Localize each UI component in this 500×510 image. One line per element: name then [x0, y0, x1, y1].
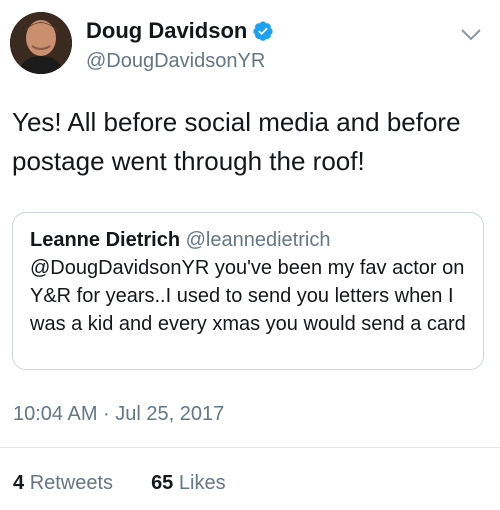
retweets-count: 4	[13, 472, 25, 494]
divider	[0, 447, 500, 448]
likes-stat[interactable]: 65 Likes	[151, 472, 226, 495]
quoted-tweet-card[interactable]: Leanne Dietrich @leannedietrich @DougDav…	[12, 212, 484, 370]
quoted-author-handle: @leannedietrich	[185, 229, 331, 251]
tweet-stats: 4 Retweets 65 Likes	[13, 472, 226, 495]
quoted-tweet-text: @DougDavidsonYR you've been my fav actor…	[30, 257, 466, 335]
likes-label: Likes	[178, 472, 226, 494]
retweets-label: Retweets	[29, 472, 114, 494]
tweet-timestamp[interactable]: 10:04 AM · Jul 25, 2017	[13, 403, 224, 426]
quoted-author-name: Leanne Dietrich	[30, 229, 181, 251]
tweet-text: Yes! All before social media and before …	[12, 107, 461, 176]
quoted-tweet-header: Leanne Dietrich @leannedietrich	[30, 227, 467, 254]
chevron-down-icon[interactable]	[460, 28, 482, 42]
retweets-stat[interactable]: 4 Retweets	[13, 472, 113, 495]
avatar[interactable]	[10, 12, 72, 74]
author-handle[interactable]: @DougDavidsonYR	[86, 50, 265, 73]
likes-count: 65	[151, 472, 174, 494]
verified-badge-icon	[252, 20, 274, 42]
author-name-row[interactable]: Doug Davidson	[86, 18, 274, 44]
author-display-name[interactable]: Doug Davidson	[86, 18, 247, 44]
